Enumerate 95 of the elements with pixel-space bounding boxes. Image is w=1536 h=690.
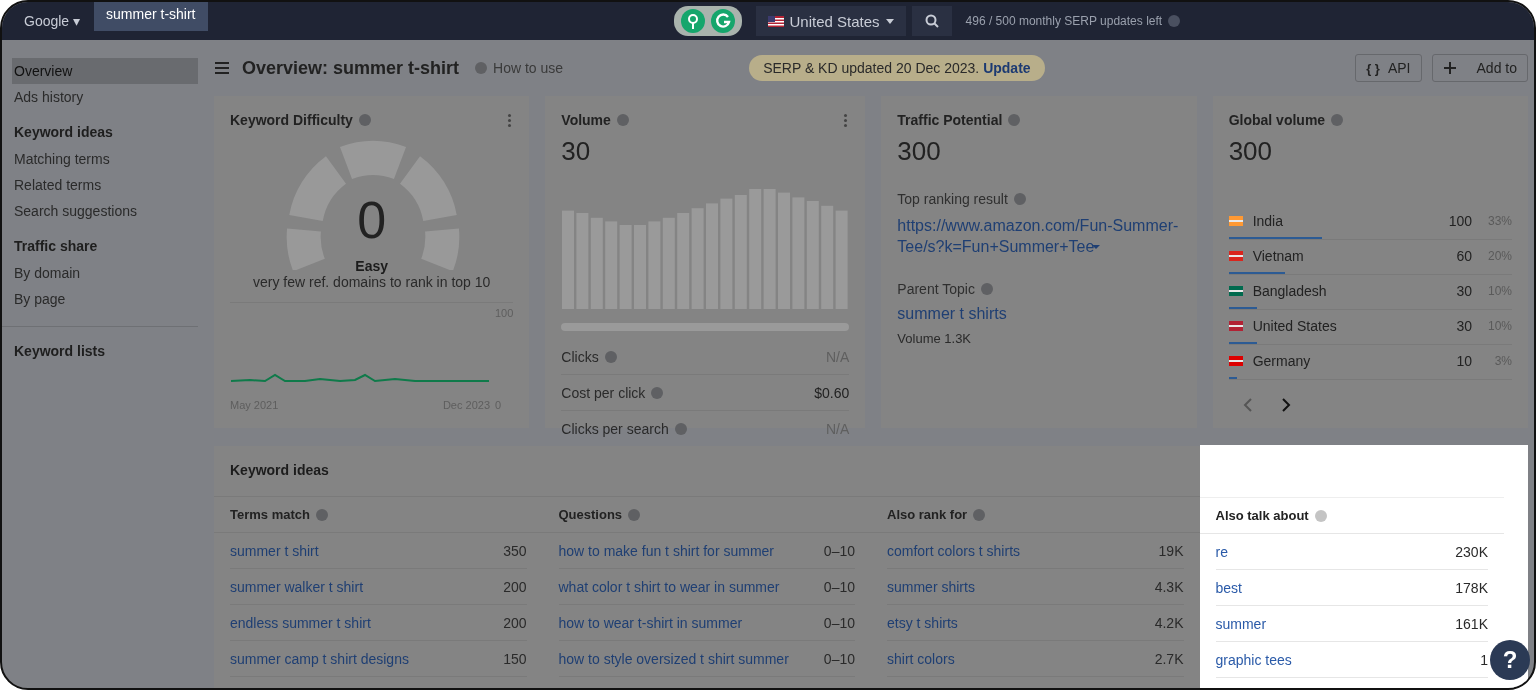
sidebar-item[interactable]: By domain xyxy=(12,260,198,286)
column-heading: Also rank for xyxy=(887,507,968,522)
country-name: United States xyxy=(1252,318,1337,334)
parent-topic-volume: Volume 1.3K xyxy=(897,331,973,346)
keyword-volume: 2.7K xyxy=(1154,650,1184,667)
country-volume: 60 xyxy=(1456,248,1472,264)
keyword-link[interactable]: summer walker t shirt xyxy=(230,578,364,595)
keyword-link[interactable]: comfort colors t shirts xyxy=(887,542,1021,559)
difficulty-rating: Easy xyxy=(354,258,389,274)
caret-icon xyxy=(885,18,894,24)
section-label: Parent Topic xyxy=(897,281,975,297)
query-tab[interactable]: summer t-shirt xyxy=(94,2,208,31)
search-button[interactable] xyxy=(911,6,952,36)
keyword-link[interactable]: graphic tees xyxy=(1215,651,1292,668)
how-to-use-link[interactable]: How to use xyxy=(493,60,564,76)
metric-label: Clicks xyxy=(561,348,599,365)
metric-value: $0.60 xyxy=(814,384,850,401)
volume-value: 30 xyxy=(561,136,592,167)
grammar-icon[interactable] xyxy=(709,8,736,34)
next-icon[interactable] xyxy=(1280,398,1291,412)
menu-icon[interactable] xyxy=(214,61,230,75)
country-volume: 10 xyxy=(1456,353,1472,369)
keyword-link[interactable]: etsy t shirts xyxy=(887,614,958,631)
previous-icon[interactable] xyxy=(1242,398,1253,412)
country-name: Bangladesh xyxy=(1252,283,1327,299)
country-name: Germany xyxy=(1252,353,1311,369)
sidebar-item[interactable]: By page xyxy=(12,286,198,312)
keyword-volume: 161K xyxy=(1455,615,1488,632)
keyword-link[interactable]: re xyxy=(1215,543,1228,560)
notice-text: SERP & KD updated 20 Dec 2023. xyxy=(763,60,980,76)
sidebar-heading: Keyword ideas xyxy=(14,123,114,142)
global-volume-value: 300 xyxy=(1228,136,1274,167)
card-title: Keyword Difficulty xyxy=(230,112,353,128)
keyword-link[interactable]: summer xyxy=(1215,615,1267,632)
keyword-link[interactable]: how to style oversized t shirt summer xyxy=(558,650,789,667)
country-dropdown[interactable]: United States xyxy=(755,6,906,36)
keyword-link[interactable]: summer t shirt xyxy=(230,542,319,559)
keyword-volume: 350 xyxy=(503,542,527,559)
plus-icon xyxy=(1442,61,1457,75)
card-title: Traffic Potential xyxy=(897,112,1003,128)
api-button[interactable]: { } API xyxy=(1355,54,1422,82)
keyword-link[interactable]: summer camp t shirt designs xyxy=(230,650,409,667)
keyword-link[interactable]: endless summer t shirt xyxy=(230,614,371,631)
keyword-volume: 0–10 xyxy=(823,614,855,631)
keyword-volume: 4.3K xyxy=(1154,578,1184,595)
keyword-link[interactable]: what color t shirt to wear in summer xyxy=(558,578,780,595)
keyword-volume: 178K xyxy=(1455,579,1488,596)
card-title: Volume xyxy=(561,112,611,128)
flag-icon xyxy=(767,15,784,27)
keyword-volume: 150 xyxy=(503,650,527,667)
keyword-link[interactable]: summer shirts xyxy=(887,578,975,595)
sidebar-item[interactable]: Ads history xyxy=(12,84,198,110)
country-volume: 100 xyxy=(1448,213,1472,229)
parent-topic-link[interactable]: summer t shirts xyxy=(897,305,1181,323)
extension-icon[interactable] xyxy=(679,8,706,34)
difficulty-score: 0 xyxy=(356,190,388,250)
sidebar-heading: Traffic share xyxy=(14,237,99,256)
sidebar-item[interactable]: Search suggestions xyxy=(12,198,198,224)
keyword-volume: 19K xyxy=(1158,542,1184,559)
metric-label: Cost per click xyxy=(561,384,646,401)
section-label: Top ranking result xyxy=(897,191,1008,207)
keyword-link[interactable]: shirt colors xyxy=(887,650,955,667)
sidebar-heading[interactable]: Keyword lists xyxy=(14,343,198,359)
traffic-value: 300 xyxy=(897,136,942,167)
keyword-volume: 200 xyxy=(503,578,527,595)
keyword-link[interactable]: best xyxy=(1215,579,1242,596)
metric-label: Clicks per search xyxy=(561,420,669,437)
country-name: Vietnam xyxy=(1252,248,1304,264)
keyword-link[interactable]: how to make fun t shirt for summer xyxy=(558,542,775,559)
sidebar-item[interactable]: Overview xyxy=(12,58,198,84)
card-title: Global volume xyxy=(1228,112,1326,128)
keyword-volume: 4.2K xyxy=(1154,614,1184,631)
quota-text: 496 / 500 monthly SERP updates left xyxy=(965,14,1163,28)
keyword-volume: 230K xyxy=(1455,543,1488,560)
search-icon xyxy=(924,14,939,28)
keyword-link[interactable]: how to wear t-shirt in summer xyxy=(558,614,743,631)
search-engine-dropdown[interactable]: Google ▾ xyxy=(24,13,81,29)
column-heading: Questions xyxy=(558,507,623,522)
country-volume: 30 xyxy=(1456,283,1472,299)
update-link[interactable]: Update xyxy=(983,60,1031,76)
add-to-button[interactable]: Add to xyxy=(1431,54,1528,82)
sidebar-item[interactable]: Matching terms xyxy=(12,146,198,172)
country-name: India xyxy=(1252,213,1283,229)
difficulty-description: very few ref. domains to rank in top 10 xyxy=(252,274,492,290)
keyword-volume: 0–10 xyxy=(823,578,855,595)
country-volume: 30 xyxy=(1456,318,1472,334)
keyword-volume: 200 xyxy=(503,614,527,631)
keyword-volume: 0–10 xyxy=(823,542,855,559)
column-heading: Terms match xyxy=(230,507,310,522)
keyword-volume: 0–10 xyxy=(823,650,855,667)
sidebar-item[interactable]: Related terms xyxy=(12,172,198,198)
result-url-link[interactable]: https://www.amazon.com/Fun-Summer-Tee/s?k=Fun+Summer+Tee xyxy=(897,215,1181,257)
column-heading: Also talk about xyxy=(1215,508,1309,523)
page-title: Overview: summer t-shirt xyxy=(242,57,460,79)
keyword-volume: 1 xyxy=(1480,651,1488,668)
